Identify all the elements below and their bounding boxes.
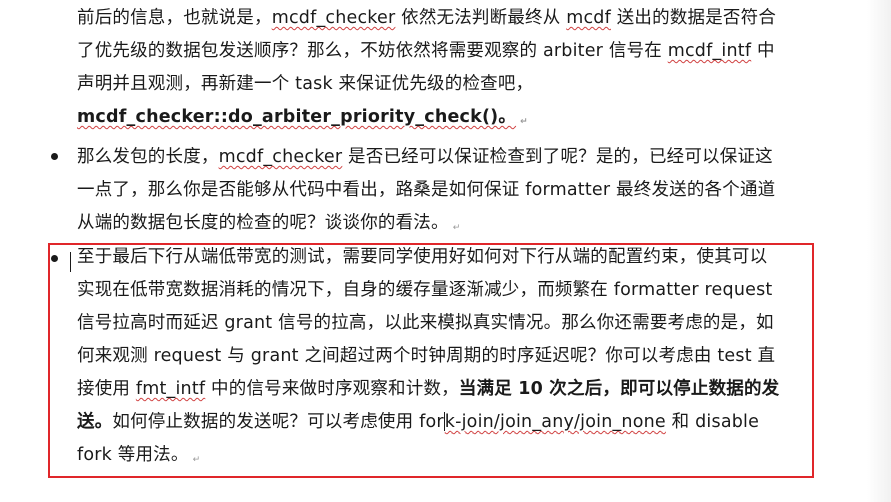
- text-line: 了优先级的数据包发送顺序？那么，不妨依然将需要观察的 arbiter 信号在 m…: [77, 41, 775, 61]
- page-edge-shade: [867, 0, 891, 502]
- paragraph-arbiter-check[interactable]: 前后的信息，也就说是，mcdf_checker 依然无法判断最终从 mcdf 送…: [77, 2, 817, 134]
- document-page: 前后的信息，也就说是，mcdf_checker 依然无法判断最终从 mcdf 送…: [0, 0, 891, 502]
- paragraph-mark-icon: ↵: [452, 223, 461, 233]
- text-line: 一点了，那么你是否能够从代码中看出，路桑是如何保证 formatter 最终发送…: [77, 180, 776, 200]
- paragraph-length-check[interactable]: 那么发包的长度，mcdf_checker 是否已经可以保证检查到了呢？是的，已经…: [77, 141, 817, 240]
- text-line: 前后的信息，也就说是，mcdf_checker 依然无法判断最终从 mcdf 送…: [77, 8, 777, 28]
- text-line: 从端的数据包长度的检查的呢？谈谈你的看法。 ↵: [77, 213, 461, 233]
- text-line-bold: mcdf_checker::do_arbiter_priority_check(…: [77, 107, 528, 127]
- bullet-dot-icon: [51, 153, 58, 160]
- text-line: 那么发包的长度，mcdf_checker 是否已经可以保证检查到了呢？是的，已经…: [77, 147, 773, 167]
- text-line: 声明并且观测，再新建一个 task 来保证优先级的检查吧，: [77, 74, 534, 94]
- red-highlight-box: [48, 243, 814, 478]
- paragraph-mark-icon: ↵: [520, 117, 528, 127]
